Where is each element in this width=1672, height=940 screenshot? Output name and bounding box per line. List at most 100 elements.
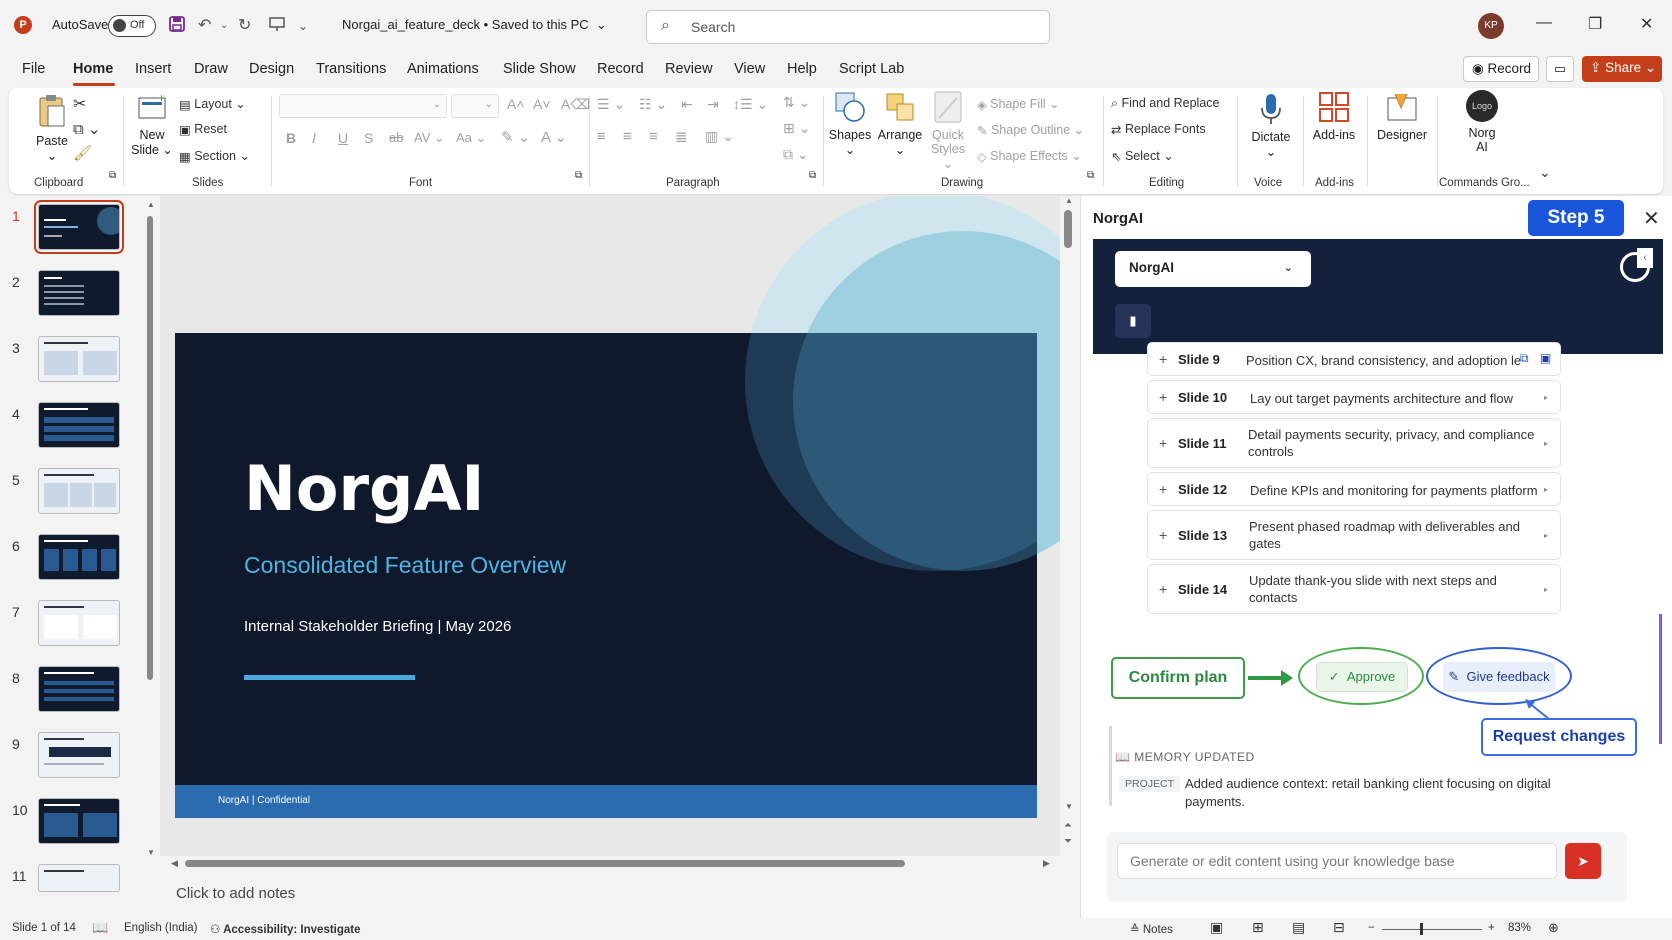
slideshow-view-icon[interactable]: ⊟ xyxy=(1333,919,1345,936)
slide-title[interactable]: NorgAI xyxy=(244,452,485,525)
justify-icon[interactable]: ≣ xyxy=(675,128,688,146)
tab-script-lab[interactable]: Script Lab xyxy=(839,61,904,77)
normal-view-icon[interactable]: ▣ xyxy=(1210,919,1223,936)
give-feedback-button[interactable]: ✎ Give feedback xyxy=(1443,662,1555,692)
scroll-down-icon[interactable]: ▼ xyxy=(1065,802,1073,811)
align-center-icon[interactable]: ≡ xyxy=(623,128,632,145)
format-painter-icon[interactable]: 🖌 xyxy=(73,144,92,162)
redo-icon[interactable]: ↻ xyxy=(238,15,251,35)
add-ins-button[interactable]: Add-ins xyxy=(1307,90,1361,142)
tab-review[interactable]: Review xyxy=(665,61,713,77)
shapes-button[interactable]: Shapes ⌄ xyxy=(827,90,873,157)
replace-fonts-button[interactable]: ⇄ Replace Fonts xyxy=(1111,122,1206,137)
change-case-button[interactable]: Aa ⌄ xyxy=(456,130,486,146)
font-color-icon[interactable]: A ⌄ xyxy=(541,128,567,146)
character-spacing-button[interactable]: AV ⌄ xyxy=(414,130,445,146)
tab-design[interactable]: Design xyxy=(249,61,294,77)
smartart-icon[interactable]: ⧉ ⌄ xyxy=(783,146,809,163)
collapse-ribbon-icon[interactable]: ⌄ xyxy=(1539,164,1551,181)
section-button[interactable]: ▦ Section ⌄ xyxy=(179,148,250,164)
document-title[interactable]: Norgai_ai_feature_deck • Saved to this P… xyxy=(342,17,607,33)
thumbnail-slide-4[interactable] xyxy=(38,402,120,448)
dictate-button[interactable]: Dictate ⌄ xyxy=(1243,92,1299,159)
approve-button[interactable]: ✓ Approve xyxy=(1316,662,1408,692)
horizontal-scrollbar[interactable]: ◀ ▶ xyxy=(171,858,1055,870)
zoom-slider-thumb[interactable] xyxy=(1420,923,1423,935)
cut-icon[interactable]: ✂ xyxy=(73,94,86,114)
layout-button[interactable]: ▤ Layout ⌄ xyxy=(179,96,246,112)
expand-icon[interactable]: ▸ xyxy=(1544,439,1548,448)
expand-icon[interactable]: ▸ xyxy=(1544,393,1548,402)
library-icon[interactable]: ▮ xyxy=(1115,304,1151,338)
italic-button[interactable]: I xyxy=(312,130,316,146)
thumbnail-slide-10[interactable] xyxy=(38,798,120,844)
copy-icon[interactable]: ⧉ ⌄ xyxy=(73,120,100,138)
record-button[interactable]: ◉ Record xyxy=(1463,56,1539,82)
scroll-down-icon[interactable]: ▼ xyxy=(147,848,155,857)
collapse-panel-icon[interactable]: ‹ xyxy=(1637,248,1653,268)
notes-input[interactable]: Click to add notes xyxy=(176,885,295,902)
expand-icon[interactable]: ▸ xyxy=(1544,585,1548,594)
increase-indent-icon[interactable]: ⇥ xyxy=(707,96,719,113)
shape-fill-button[interactable]: ◈ Shape Fill ⌄ xyxy=(977,96,1060,112)
scroll-thumb[interactable] xyxy=(185,860,905,867)
scroll-thumb[interactable] xyxy=(1064,210,1072,248)
grow-font-icon[interactable]: A˄ xyxy=(507,96,525,112)
plan-slide-item[interactable]: + Slide 13 Present phased roadmap with d… xyxy=(1147,510,1561,560)
shape-effects-button[interactable]: ◇ Shape Effects ⌄ xyxy=(977,148,1082,164)
minimize-icon[interactable]: — xyxy=(1536,14,1552,32)
shape-outline-button[interactable]: ✎ Shape Outline ⌄ xyxy=(977,122,1084,138)
share-button[interactable]: ⇪ Share ⌄ xyxy=(1582,56,1662,82)
arrange-button[interactable]: Arrange ⌄ xyxy=(875,90,925,157)
customize-icon[interactable]: ⌄ xyxy=(298,19,308,33)
align-left-icon[interactable]: ≡ xyxy=(597,128,606,145)
quick-styles-button[interactable]: Quick Styles ⌄ xyxy=(927,90,969,171)
tab-draw[interactable]: Draw xyxy=(194,61,228,77)
plan-slide-item[interactable]: + Slide 14 Update thank-you slide with n… xyxy=(1147,564,1561,614)
new-slide-button[interactable]: + New Slide ⌄ xyxy=(127,92,177,157)
slide-scrollbar[interactable]: ▲ ▼ ⏶ ⏷ xyxy=(1060,196,1078,856)
zoom-slider[interactable] xyxy=(1382,929,1482,930)
thumbnail-slide-7[interactable] xyxy=(38,600,120,646)
thumbnail-slide-1[interactable] xyxy=(34,200,124,254)
close-icon[interactable]: ✕ xyxy=(1643,206,1660,231)
tab-help[interactable]: Help xyxy=(787,61,817,77)
expand-icon[interactable]: ▸ xyxy=(1544,485,1548,494)
comments-icon[interactable]: ▭ xyxy=(1546,56,1574,82)
line-spacing-icon[interactable]: ↕☰ ⌄ xyxy=(733,96,768,113)
undo-icon[interactable]: ↶ xyxy=(198,15,211,35)
thumbnail-slide-11[interactable] xyxy=(38,864,120,892)
clear-formatting-icon[interactable]: A⌫ xyxy=(561,96,590,113)
reading-view-icon[interactable]: ▤ xyxy=(1292,919,1305,936)
notes-button[interactable]: ≙ Notes xyxy=(1130,922,1173,936)
tab-transitions[interactable]: Transitions xyxy=(316,61,386,77)
align-text-icon[interactable]: ⊞ ⌄ xyxy=(783,120,810,137)
slide-sorter-icon[interactable]: ⊞ xyxy=(1252,919,1264,936)
fit-slide-icon[interactable]: ⊕ xyxy=(1548,920,1559,936)
highlight-icon[interactable]: ✎ ⌄ xyxy=(501,128,530,146)
bold-button[interactable]: B xyxy=(286,130,296,146)
thumbnail-slide-6[interactable] xyxy=(38,534,120,580)
decrease-indent-icon[interactable]: ⇤ xyxy=(681,96,693,113)
bullets-icon[interactable]: ☰ ⌄ xyxy=(597,96,625,113)
columns-icon[interactable]: ▥ ⌄ xyxy=(705,128,734,145)
slide-briefing[interactable]: Internal Stakeholder Briefing | May 2026 xyxy=(244,618,511,635)
zoom-level[interactable]: 83% xyxy=(1508,922,1531,934)
scroll-up-icon[interactable]: ▲ xyxy=(147,200,155,209)
spelling-icon[interactable]: 📖 xyxy=(92,920,108,936)
designer-button[interactable]: Designer xyxy=(1371,90,1433,142)
shrink-font-icon[interactable]: A˅ xyxy=(533,96,551,112)
plan-slide-item[interactable]: + Slide 12 Define KPIs and monitoring fo… xyxy=(1147,472,1561,506)
assistant-dropdown[interactable]: NorgAI ⌄ xyxy=(1115,251,1311,287)
drawing-launcher-icon[interactable]: ⧉ xyxy=(1087,170,1094,181)
scroll-right-icon[interactable]: ▶ xyxy=(1043,858,1050,869)
thumbnail-slide-3[interactable] xyxy=(38,336,120,382)
chat-input[interactable]: Generate or edit content using your know… xyxy=(1117,843,1557,879)
avatar[interactable]: KP xyxy=(1478,13,1504,39)
select-button[interactable]: ⇖ Select ⌄ xyxy=(1111,148,1174,164)
close-window-icon[interactable]: ✕ xyxy=(1640,14,1653,34)
maximize-icon[interactable]: ❐ xyxy=(1588,14,1602,34)
thumbnail-slide-8[interactable] xyxy=(38,666,120,712)
expand-icon[interactable]: ▸ xyxy=(1544,531,1548,540)
undo-dropdown-icon[interactable]: ⌄ xyxy=(220,20,228,31)
